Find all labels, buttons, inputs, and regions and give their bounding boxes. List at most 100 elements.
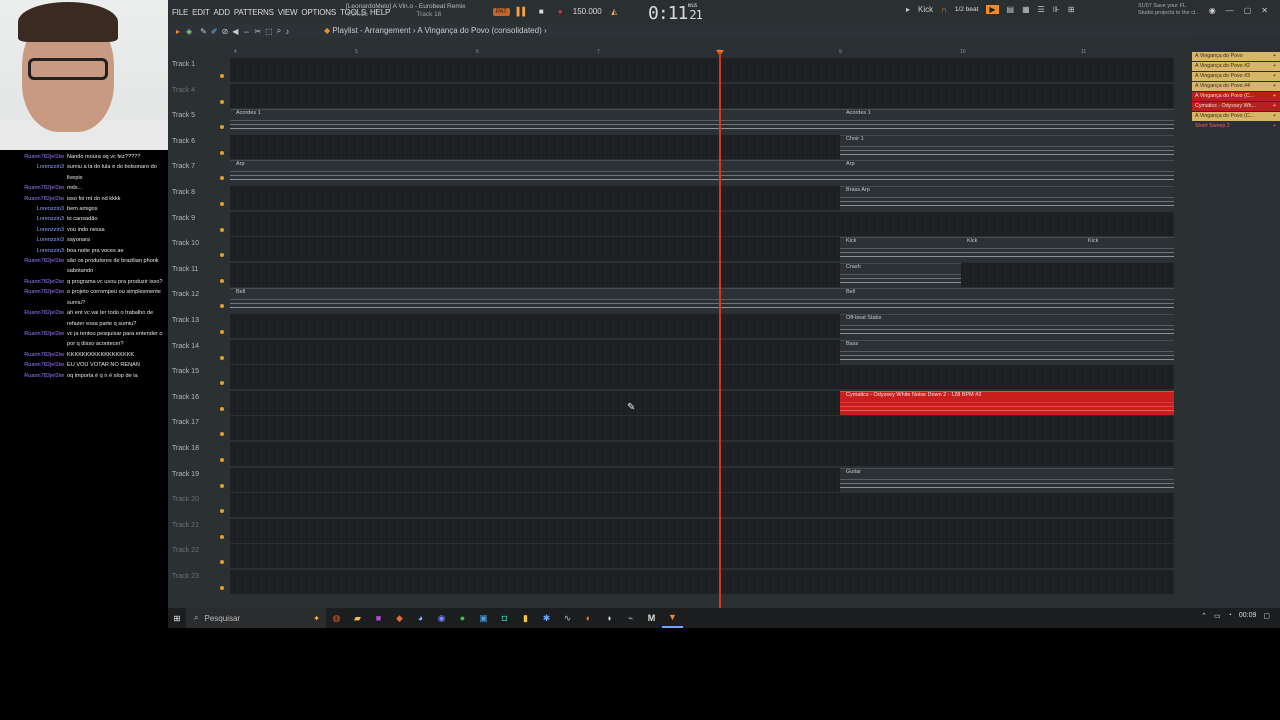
current-instrument[interactable]: Kick [918, 5, 933, 14]
chat-username[interactable]: Ruann782jel2iw [4, 371, 64, 381]
save-hint[interactable]: 31/07 Save your FL Studio projects to th… [1138, 3, 1198, 16]
chat-username[interactable]: Lorenzzin3 [4, 225, 64, 235]
menu-file[interactable]: FILE [172, 8, 188, 17]
chat-username[interactable]: Ruann782jel2iw [4, 350, 64, 360]
track-label[interactable]: Track 8 [172, 189, 195, 196]
picker-item[interactable]: A Vingança do Povo #2 + [1192, 62, 1280, 71]
track-enable-led[interactable] [220, 176, 224, 181]
track-enable-led[interactable] [220, 227, 224, 232]
track-enable-led[interactable] [220, 586, 224, 590]
tray-chevron-icon[interactable]: ⌃ [1201, 612, 1207, 620]
track-enable-led[interactable] [220, 560, 224, 565]
pattern-clip[interactable]: Guitar [840, 467, 1174, 492]
track-enable-led[interactable] [220, 278, 224, 283]
monitor-icon[interactable]: ▭ [1214, 612, 1221, 620]
chat-username[interactable]: Ruann782jel2iw [4, 329, 64, 350]
chat-username[interactable]: Lorenzzin3 [4, 204, 64, 214]
fl-orange-icon[interactable]: ◐ [578, 608, 599, 628]
channel-rack-icon[interactable]: ☰ [1038, 5, 1045, 14]
arrow-right-icon[interactable]: ▸ [176, 27, 180, 36]
track-enable-led[interactable] [220, 304, 224, 309]
app-yellow-icon[interactable]: ▮ [515, 608, 536, 628]
track-lane[interactable] [230, 211, 1174, 236]
spotify-icon[interactable]: ● [452, 608, 473, 628]
picker-item[interactable]: Short Sweep 2 + [1192, 122, 1280, 131]
pattern-clip[interactable]: Bell [230, 288, 840, 313]
app-green-icon[interactable]: ◘ [494, 608, 515, 628]
track-enable-led[interactable] [220, 150, 224, 155]
track-lane[interactable] [230, 442, 1174, 466]
track-label[interactable]: Track 17 [172, 419, 199, 426]
pencil-icon[interactable]: ✎ [200, 27, 207, 36]
zoom-icon[interactable]: ⌕ [277, 26, 281, 36]
pattern-clip[interactable]: Bass [840, 339, 1174, 364]
pattern-clip[interactable]: Kick [840, 237, 961, 262]
orange-toggle-icon[interactable]: ▶ [986, 5, 999, 14]
track-label[interactable]: Track 23 [172, 573, 199, 580]
pause-button[interactable]: ▌▌ [516, 5, 529, 18]
pattern-clip[interactable]: Off-beat Stabs [840, 314, 1174, 338]
track-lane[interactable]: Choir 1 [230, 134, 1174, 159]
chat-username[interactable]: Ruann782jel2iw [4, 360, 64, 370]
steam-icon[interactable]: ◕ [410, 608, 431, 628]
app-wave-icon[interactable]: ∿ [557, 608, 578, 628]
picker-item[interactable]: A Vingança do Povo + [1192, 52, 1280, 61]
track-label[interactable]: Track 18 [172, 445, 199, 452]
snap-tool-icon[interactable]: ◈ [186, 27, 192, 36]
menu-view[interactable]: VIEW [278, 8, 298, 17]
track-lane[interactable]: Kick Kick Kick [230, 237, 1174, 262]
track-label[interactable]: Track 22 [172, 547, 199, 554]
track-enable-led[interactable] [220, 355, 224, 360]
picker-item[interactable]: A Vingança do Povo #3 + [1192, 72, 1280, 81]
pattern-clip[interactable]: Kick [961, 237, 1082, 262]
track-lane[interactable] [230, 518, 1174, 543]
select-icon[interactable]: ⬚ [265, 27, 273, 36]
track-lane[interactable]: Acordes 1 Acordes 1 [230, 109, 1174, 134]
app-white-icon[interactable]: ◗ [599, 608, 620, 628]
track-lane[interactable] [230, 365, 1174, 390]
mixer-icon[interactable]: ⊪ [1053, 5, 1060, 14]
playback-icon[interactable]: ♪ [285, 27, 289, 36]
chat-username[interactable]: Ruann782jel2iw [4, 308, 64, 329]
close-icon[interactable]: ✕ [1261, 6, 1268, 15]
plus-icon[interactable]: + [1273, 62, 1276, 71]
track-enable-led[interactable] [220, 202, 224, 206]
pattern-clip[interactable]: Acordes 1 [840, 109, 1174, 134]
volume-icon[interactable]: ◔ [1228, 612, 1232, 620]
pattern-clip[interactable]: Arp [840, 160, 1174, 185]
track-label[interactable]: Track 14 [172, 343, 199, 350]
track-label[interactable]: Track 11 [172, 266, 198, 273]
maximize-icon[interactable]: ▢ [1244, 6, 1252, 15]
chat-username[interactable]: Lorenzzin3 [4, 235, 64, 245]
menu-edit[interactable]: EDIT [192, 8, 210, 17]
tray-clock[interactable]: 00:09 [1239, 612, 1257, 620]
track-label[interactable]: Track 5 [172, 112, 195, 119]
track-lane[interactable]: Arp Arp [230, 160, 1174, 185]
pattern-clip[interactable]: Choir 1 [840, 134, 1174, 159]
plus-icon[interactable]: + [1273, 102, 1276, 111]
menu-options[interactable]: OPTIONS [301, 8, 336, 17]
track-enable-led[interactable] [220, 534, 224, 539]
track-label[interactable]: Track 7 [172, 163, 195, 170]
track-enable-led[interactable] [220, 483, 224, 488]
track-label[interactable]: Track 9 [172, 215, 195, 222]
delete-icon[interactable]: ⊘ [222, 27, 229, 36]
pattern-clip[interactable]: Kick [1082, 237, 1174, 262]
notification-icon[interactable]: ▢ [1263, 612, 1270, 620]
plus-icon[interactable]: + [1273, 72, 1276, 81]
track-lane[interactable]: Off-beat Stabs [230, 314, 1174, 338]
track-enable-led[interactable] [220, 509, 224, 514]
chat-username[interactable]: Lorenzzin3 [4, 214, 64, 224]
track-label[interactable]: Track 15 [172, 368, 199, 375]
record-button[interactable]: ● [554, 5, 567, 18]
track-lane[interactable] [230, 83, 1174, 108]
track-label[interactable]: Track 21 [172, 522, 199, 529]
firefox-icon[interactable]: ◍ [326, 608, 347, 628]
plus-icon[interactable]: + [1273, 112, 1276, 121]
track-enable-led[interactable] [220, 458, 224, 462]
chat-username[interactable]: Lorenzzin3 [4, 246, 64, 256]
pattern-clip[interactable]: Brass Arp [840, 186, 1174, 210]
chat-username[interactable]: Ruann782jel2iw [4, 287, 64, 308]
picker-item[interactable]: Cymatics - Odyssey Wh... + [1192, 102, 1280, 111]
pattern-clip[interactable]: Bell [840, 288, 1174, 313]
